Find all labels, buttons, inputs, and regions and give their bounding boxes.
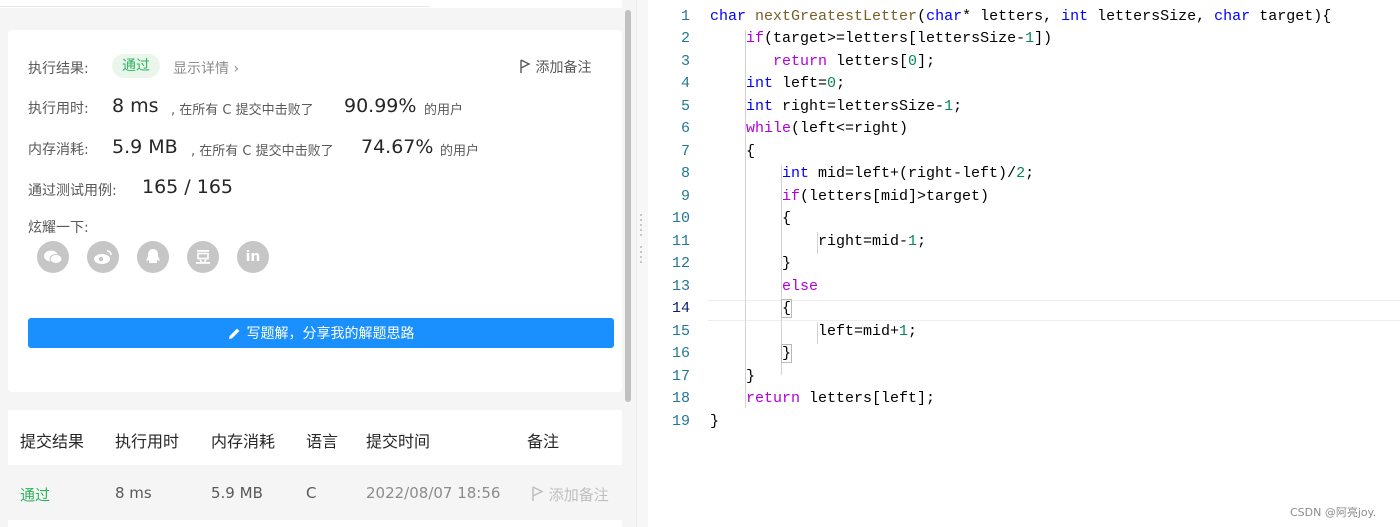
- row-language: C: [306, 484, 317, 502]
- col-header-memory: 内存消耗: [211, 432, 276, 451]
- memory-value: 5.9 MB: [112, 136, 178, 158]
- pencil-icon: [228, 328, 239, 339]
- line-number: 18: [671, 390, 690, 407]
- col-header-note: 备注: [527, 432, 560, 451]
- row-submitted: 2022/08/07 18:56: [366, 484, 501, 502]
- code-line-16[interactable]: }: [710, 344, 793, 363]
- line-number: 16: [671, 345, 690, 362]
- code-line-7[interactable]: {: [710, 143, 755, 160]
- line-number: 6: [680, 120, 690, 137]
- code-line-12[interactable]: }: [710, 255, 791, 272]
- code-line-2[interactable]: if(target>=letters[lettersSize-1]): [710, 30, 1052, 47]
- col-header-language: 语言: [306, 432, 339, 451]
- line-number: 8: [680, 165, 690, 182]
- code-line-10[interactable]: {: [710, 210, 791, 227]
- memory-percent: 74.67%: [361, 136, 434, 158]
- flag-icon: [532, 486, 544, 501]
- line-number: 1: [680, 8, 690, 25]
- linkedin-share-button[interactable]: in: [237, 241, 269, 273]
- tests-value: 165 / 165: [142, 176, 234, 198]
- row-add-note-button[interactable]: 添加备注: [531, 484, 621, 505]
- line-number: 13: [671, 278, 690, 295]
- time-value: 8 ms: [112, 95, 159, 117]
- code-line-15[interactable]: left=mid+1;: [710, 323, 917, 340]
- weibo-share-button[interactable]: [87, 241, 119, 273]
- add-note-label: 添加备注: [535, 60, 592, 76]
- line-number: 9: [680, 188, 690, 205]
- line-number: 11: [671, 233, 690, 250]
- qq-icon: [146, 249, 160, 263]
- douban-icon: [196, 250, 210, 264]
- line-number: 15: [671, 323, 690, 340]
- watermark: CSDN @阿亮joy.: [1290, 506, 1377, 519]
- time-label: 执行用时:: [28, 101, 89, 117]
- write-solution-label: 写题解，分享我的解题思路: [246, 326, 415, 342]
- share-label: 炫耀一下:: [28, 220, 89, 236]
- qq-share-button[interactable]: [137, 241, 169, 273]
- row-add-note-label: 添加备注: [548, 486, 609, 504]
- row-memory: 5.9 MB: [211, 484, 263, 502]
- row-result-link[interactable]: 通过: [20, 484, 50, 505]
- linkedin-icon: in: [245, 249, 261, 265]
- code-line-6[interactable]: while(left<=right): [710, 120, 908, 137]
- line-number: 12: [671, 255, 690, 272]
- line-number: 14: [671, 300, 690, 317]
- code-line-17[interactable]: }: [710, 368, 755, 385]
- wechat-icon: [44, 250, 63, 264]
- line-number: 5: [680, 98, 690, 115]
- code-line-1[interactable]: char nextGreatestLetter(char* letters, i…: [710, 8, 1331, 25]
- show-details-link[interactable]: 显示详情 ›: [173, 58, 239, 78]
- memory-beat-text: , 在所有 C 提交中击败了: [191, 144, 334, 159]
- flag-icon: [520, 59, 531, 73]
- splitter-grip-top: [640, 214, 643, 239]
- code-line-13[interactable]: else: [710, 278, 818, 295]
- write-solution-button[interactable]: 写题解，分享我的解题思路: [28, 318, 614, 348]
- add-note-button[interactable]: 添加备注: [519, 57, 591, 77]
- code-line-8[interactable]: int mid=left+(right-left)/2;: [710, 165, 1034, 182]
- tests-label: 通过测试用例:: [28, 183, 117, 199]
- time-percent: 90.99%: [344, 95, 417, 117]
- row-time: 8 ms: [115, 484, 152, 502]
- douban-share-button[interactable]: [187, 241, 219, 273]
- code-line-11[interactable]: right=mid-1;: [710, 233, 926, 250]
- col-header-submitted: 提交时间: [366, 432, 431, 451]
- code-line-14[interactable]: {: [710, 299, 793, 318]
- panel-scrollbar-thumb[interactable]: [625, 10, 631, 402]
- top-tab-strip: [0, 0, 636, 8]
- weibo-icon: [94, 250, 112, 264]
- code-line-4[interactable]: int left=0;: [710, 75, 845, 92]
- line-number: 10: [671, 210, 690, 227]
- current-line-highlight: [708, 300, 1400, 321]
- splitter-grip-bottom: [640, 246, 643, 266]
- code-line-5[interactable]: int right=lettersSize-1;: [710, 98, 962, 115]
- code-line-9[interactable]: if(letters[mid]>target): [710, 188, 989, 205]
- memory-users-suffix: 的用户: [440, 144, 480, 159]
- col-header-time: 执行用时: [115, 432, 180, 451]
- line-number: 4: [680, 75, 690, 92]
- code-line-3[interactable]: return letters[0];: [710, 53, 935, 70]
- time-users-suffix: 的用户: [424, 103, 464, 118]
- line-number: 17: [671, 368, 690, 385]
- memory-label: 内存消耗:: [28, 142, 89, 158]
- code-line-18[interactable]: return letters[left];: [710, 390, 935, 407]
- wechat-share-button[interactable]: [37, 241, 69, 273]
- status-badge: 通过: [112, 54, 160, 78]
- line-number: 2: [680, 30, 690, 47]
- col-header-result: 提交结果: [20, 432, 85, 451]
- exec-result-label: 执行结果:: [28, 61, 89, 77]
- code-line-19[interactable]: }: [710, 413, 719, 430]
- line-number: 3: [680, 53, 690, 70]
- time-beat-text: , 在所有 C 提交中击败了: [171, 103, 314, 118]
- line-number: 7: [680, 143, 690, 160]
- line-number: 19: [671, 413, 690, 430]
